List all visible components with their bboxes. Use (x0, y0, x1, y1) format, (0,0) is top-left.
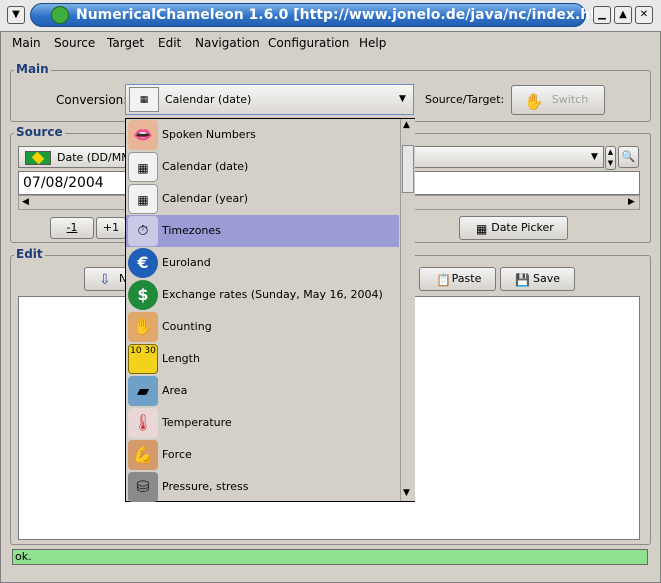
date-picker-button[interactable]: ▦ Date Picker (459, 216, 568, 240)
edit-group-title: Edit (14, 247, 45, 261)
minus-one-button[interactable]: -1 (50, 217, 94, 239)
list-item[interactable]: ▦ Calendar (date) (126, 151, 399, 183)
calendar-icon: ▦ (128, 184, 158, 214)
list-item[interactable]: 🌡 Temperature (126, 407, 399, 439)
list-item-label: Timezones (162, 224, 221, 237)
title-bar: ▼ NumericalChameleon 1.6.0 [http://www.j… (0, 0, 661, 31)
menu-target[interactable]: Target (107, 36, 144, 50)
main-group-title: Main (14, 62, 51, 76)
dropdown-vertical-scrollbar[interactable]: ▲ ▼ (400, 119, 415, 501)
date-picker-label: Date Picker (491, 221, 554, 234)
chevron-down-icon: ▼ (12, 9, 20, 20)
minimize-icon: ▁ (598, 9, 606, 20)
window-title-pill: NumericalChameleon 1.6.0 [http://www.jon… (30, 3, 623, 27)
euro-icon: € (128, 248, 158, 278)
list-item[interactable]: ▰ Area (126, 375, 399, 407)
source-group-title: Source (14, 125, 65, 139)
magnifier-icon: 🔍 (621, 150, 636, 163)
paste-button[interactable]: 📋 Paste (419, 267, 496, 291)
list-item-label: Calendar (year) (162, 192, 249, 205)
handshake-icon: ✋ (524, 92, 544, 111)
calendar-icon: ▦ (129, 87, 159, 112)
ruler-icon: 10 30 (128, 344, 158, 374)
status-text: ok. (15, 550, 32, 563)
scroll-thumb[interactable] (402, 145, 414, 193)
list-item-label: Counting (162, 320, 212, 333)
list-item-label: Area (162, 384, 188, 397)
list-item[interactable]: $ Exchange rates (Sunday, May 16, 2004) (126, 279, 399, 311)
list-item-label: Length (162, 352, 200, 365)
clipboard-icon: 📋 (436, 273, 451, 287)
window-title: NumericalChameleon 1.6.0 [http://www.jon… (76, 7, 623, 23)
chameleon-logo-icon (51, 6, 69, 24)
menu-help[interactable]: Help (359, 36, 386, 50)
list-item-label: Force (162, 448, 192, 461)
chevron-down-icon: ▼ (399, 94, 406, 104)
list-item-label: Spoken Numbers (162, 128, 256, 141)
arm-icon: 💪 (128, 440, 158, 470)
window-menu-button[interactable]: ▼ (7, 6, 25, 24)
list-item-label: Exchange rates (Sunday, May 16, 2004) (162, 288, 383, 301)
list-item[interactable]: ✋ Counting (126, 311, 399, 343)
source-unit-value: Date (DD/MM (57, 151, 131, 164)
list-item-label: Pressure, stress (162, 480, 249, 493)
save-label: Save (532, 272, 560, 285)
source-target-label: Source/Target: (425, 93, 505, 106)
minimize-button[interactable]: ▁ (593, 6, 611, 24)
next-button[interactable]: ⇩ N (84, 267, 128, 291)
calendar-icon: ▦ (476, 222, 488, 236)
maximize-icon: ▲ (619, 9, 627, 20)
status-bar: ok. (12, 549, 648, 565)
scroll-right-icon[interactable]: ▶ (628, 197, 635, 207)
unit-stepper[interactable]: ▲ ▼ (605, 146, 616, 170)
scroll-left-icon[interactable]: ◀ (22, 197, 29, 207)
plus-one-button[interactable]: +1 (96, 217, 126, 239)
close-icon: ✕ (639, 9, 649, 20)
dollar-icon: $ (128, 280, 158, 310)
switch-button[interactable]: ✋ Switch (511, 85, 605, 115)
menu-bar: Main Source Target Edit Navigation Confi… (4, 33, 654, 53)
calendar-icon: ▦ (128, 152, 158, 182)
menu-edit[interactable]: Edit (158, 36, 181, 50)
conversion-combo[interactable]: ▦ Calendar (date) ▼ (125, 84, 414, 115)
globe-clock-icon: ⏱ (128, 216, 158, 246)
brazil-flag-icon (25, 151, 51, 165)
list-item-label: Calendar (date) (162, 160, 249, 173)
scroll-up-icon[interactable]: ▲ (403, 120, 410, 130)
menu-navigation[interactable]: Navigation (195, 36, 260, 50)
search-unit-button[interactable]: 🔍 (618, 146, 639, 168)
list-item-label: Euroland (162, 256, 211, 269)
conversion-dropdown-list[interactable]: 👄 Spoken Numbers ▦ Calendar (date) ▦ Cal… (125, 118, 415, 502)
arrow-down-icon: ⇩ (99, 272, 111, 288)
chevron-down-icon: ▼ (591, 152, 598, 162)
conversion-label: Conversion: (56, 93, 128, 107)
source-input-value: 07/08/2004 (23, 175, 104, 191)
menu-configuration[interactable]: Configuration (268, 36, 349, 50)
switch-label: Switch (551, 93, 589, 106)
close-button[interactable]: ✕ (635, 6, 653, 24)
conversion-value: Calendar (date) (165, 93, 252, 106)
list-item[interactable]: 💪 Force (126, 439, 399, 471)
list-item[interactable]: ▦ Calendar (year) (126, 183, 399, 215)
list-item[interactable]: ⛁ Pressure, stress (126, 471, 399, 503)
maximize-button[interactable]: ▲ (614, 6, 632, 24)
list-item[interactable]: 👄 Spoken Numbers (126, 119, 399, 151)
scroll-down-icon[interactable]: ▼ (403, 488, 410, 498)
barrel-icon: ⛁ (128, 472, 158, 502)
area-icon: ▰ (128, 376, 158, 406)
list-item-selected[interactable]: ⏱ Timezones (126, 215, 399, 247)
hand-cards-icon: ✋ (128, 312, 158, 342)
menu-main[interactable]: Main (12, 36, 41, 50)
list-item[interactable]: € Euroland (126, 247, 399, 279)
thermometer-icon: 🌡 (128, 408, 158, 438)
save-button[interactable]: 💾 Save (500, 267, 575, 291)
paste-label: Paste (451, 272, 482, 285)
menu-source[interactable]: Source (54, 36, 95, 50)
list-item-label: Temperature (162, 416, 232, 429)
floppy-icon: 💾 (515, 273, 530, 287)
list-item[interactable]: 10 30 Length (126, 343, 399, 375)
mouth-icon: 👄 (128, 120, 158, 150)
